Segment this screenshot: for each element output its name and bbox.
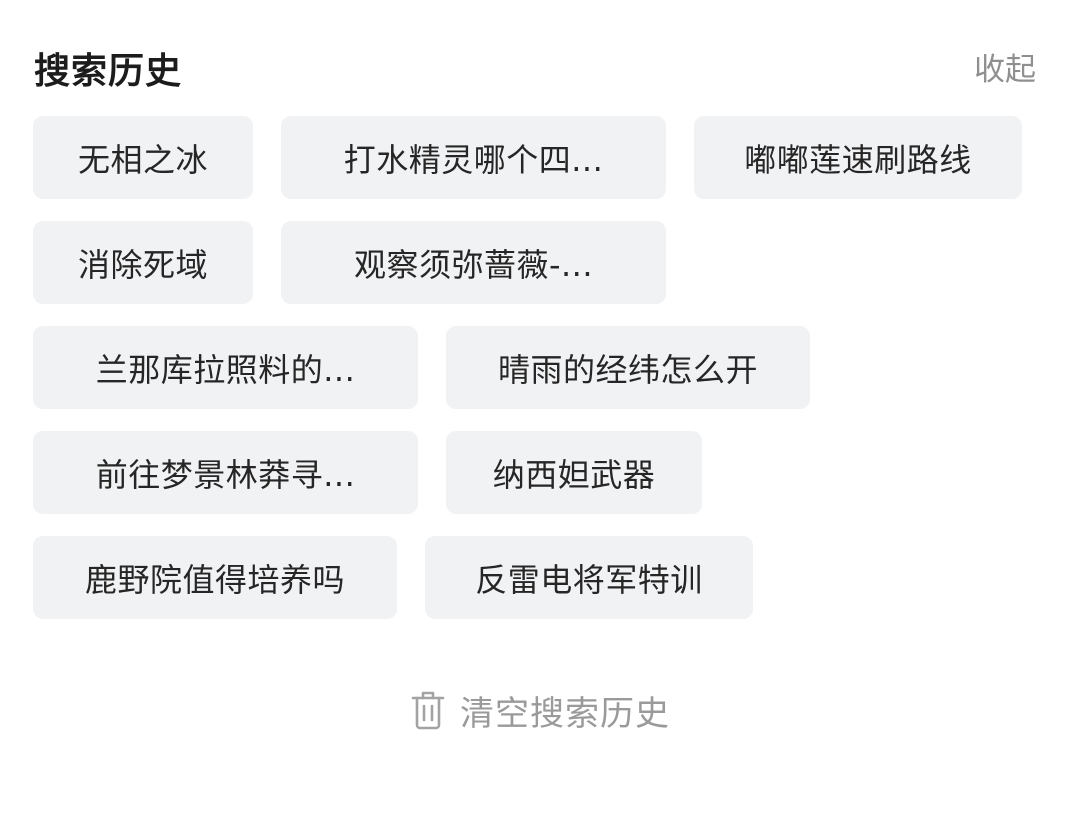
- history-tag[interactable]: 反雷电将军特训: [425, 536, 753, 619]
- history-tag[interactable]: 打水精灵哪个四...: [281, 116, 666, 199]
- history-tag[interactable]: 嘟嘟莲速刷路线: [694, 116, 1022, 199]
- clear-history-label: 清空搜索历史: [460, 693, 670, 734]
- search-history-header: 搜索历史 收起: [34, 40, 1036, 92]
- trash-icon: [411, 691, 445, 730]
- clear-history-button[interactable]: 清空搜索历史: [0, 684, 1080, 736]
- search-history-title: 搜索历史: [34, 51, 183, 92]
- history-tag[interactable]: 兰那库拉照料的...: [33, 326, 418, 409]
- collapse-button[interactable]: 收起: [974, 44, 1036, 89]
- history-tag[interactable]: 纳西妲武器: [446, 431, 702, 514]
- history-tag[interactable]: 消除死域: [33, 221, 253, 304]
- history-tag[interactable]: 鹿野院值得培养吗: [33, 536, 397, 619]
- history-tag[interactable]: 晴雨的经纬怎么开: [446, 326, 810, 409]
- history-tag[interactable]: 无相之冰: [33, 116, 253, 199]
- history-tag[interactable]: 观察须弥蔷薇-...: [281, 221, 666, 304]
- history-tag[interactable]: 前往梦景林莽寻...: [33, 431, 418, 514]
